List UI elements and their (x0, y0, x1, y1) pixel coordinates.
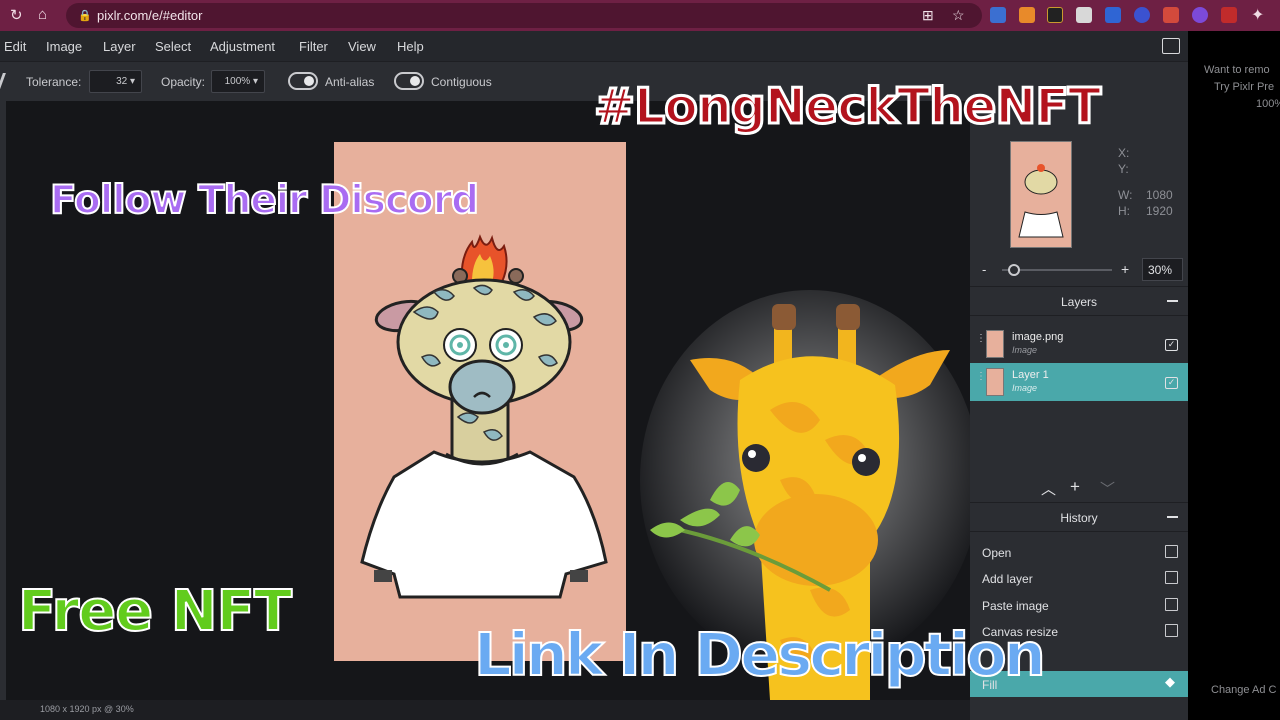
fill-tool-icon (0, 73, 13, 89)
tolerance-select[interactable]: 32 ▾ (89, 70, 142, 93)
star-icon[interactable]: ☆ (952, 7, 965, 24)
pen-extension-icon[interactable] (990, 7, 1006, 23)
install-icon[interactable]: ⊞ (922, 7, 934, 24)
tolerance-label: Tolerance: (26, 75, 82, 89)
history-label: Paste image (982, 599, 1049, 613)
layer-thumbnail (986, 368, 1004, 396)
menu-bar: Edit Image Layer Select Adjustment Filte… (0, 31, 1188, 61)
layer-type: Image (1012, 345, 1038, 355)
nav-y-label: Y: (1118, 162, 1129, 176)
layer-name: image.png (1012, 331, 1064, 343)
off-extension-icon[interactable] (1163, 7, 1179, 23)
image-icon (1165, 598, 1178, 611)
history-item[interactable]: Paste image (970, 592, 1188, 618)
ad-text-line3: 100% (1256, 98, 1280, 110)
layer-item-selected[interactable]: ⋮ Layer 1 Image ✓ (970, 363, 1188, 401)
nav-w-value: 1080 (1146, 188, 1173, 202)
contiguous-toggle[interactable] (394, 72, 424, 90)
menu-view[interactable]: View (348, 39, 376, 54)
extensions-icon[interactable]: ✦ (1251, 5, 1264, 25)
tolerance-value: 32 (116, 76, 128, 87)
antialias-toggle[interactable] (288, 72, 318, 90)
lock-icon[interactable]: 🔒 (78, 9, 92, 22)
canvas-size-status: 1080 x 1920 px @ 30% (40, 704, 134, 714)
collapse-panel-icon[interactable] (1162, 38, 1180, 54)
resize-icon (1165, 624, 1178, 637)
metamask-extension-icon[interactable] (1019, 7, 1035, 23)
ad-sidebar: Want to remo Try Pixlr Pre 100% Change A… (1188, 31, 1280, 720)
menu-select[interactable]: Select (155, 39, 191, 54)
contiguous-label: Contiguous (431, 75, 492, 89)
document-icon (1165, 545, 1178, 558)
visibility-checkbox-icon[interactable]: ✓ (1165, 339, 1178, 351)
menu-edit[interactable]: Edit (4, 39, 26, 54)
history-item[interactable]: Add layer (970, 565, 1188, 591)
menu-adjustment[interactable]: Adjustment (210, 39, 275, 54)
navigator-preview (1018, 164, 1064, 238)
menu-image[interactable]: Image (46, 39, 82, 54)
drag-handle-icon[interactable]: ⋮ (976, 372, 986, 382)
free-nft-overlay-text: Free NFT (17, 578, 293, 645)
layer-item[interactable]: ⋮ image.png Image ✓ (970, 325, 1188, 363)
visibility-checkbox-icon[interactable]: ✓ (1165, 377, 1178, 389)
change-ad-link[interactable]: Change Ad C (1211, 684, 1276, 696)
link-description-overlay-text: Link In Description (473, 619, 1047, 690)
hashtag-overlay-text: #LongNeckTheNFT (592, 77, 1102, 137)
url-text: pixlr.com/e/#editor (97, 8, 203, 23)
opacity-select[interactable]: 100% ▾ (211, 70, 265, 93)
zoom-in-button[interactable]: + (1121, 261, 1129, 277)
menu-filter[interactable]: Filter (299, 39, 328, 54)
move-layer-up-icon[interactable]: ︿ (1041, 478, 1056, 499)
nav-h-value: 1920 (1146, 204, 1173, 218)
zoom-slider-handle[interactable] (1008, 264, 1020, 276)
bolt-extension-icon[interactable] (1221, 7, 1237, 23)
drag-handle-icon[interactable]: ⋮ (976, 334, 986, 344)
navigator-thumbnail[interactable] (1010, 141, 1072, 248)
history-label: Open (982, 546, 1012, 560)
layer-type: Image (1012, 383, 1038, 393)
cube-extension-icon[interactable] (1047, 7, 1063, 23)
ad-text-line1: Want to remo (1204, 64, 1270, 76)
layer-name: Layer 1 (1012, 369, 1049, 381)
nav-w-label: W: (1118, 188, 1133, 202)
eye-extension-icon[interactable] (1134, 7, 1150, 23)
nav-h-label: H: (1118, 204, 1130, 218)
move-layer-down-icon[interactable]: ﹀ (1100, 478, 1115, 499)
browser-toolbar: ↻ ⌂ 🔒 pixlr.com/e/#editor ⊞ ☆ ✦ (0, 0, 1280, 31)
discord-overlay-text: Follow Their Discord (49, 177, 480, 224)
opacity-value: 100% (224, 76, 251, 87)
history-collapse-icon[interactable] (1167, 516, 1178, 518)
menu-help[interactable]: Help (397, 39, 424, 54)
menu-layer[interactable]: Layer (103, 39, 136, 54)
gear-extension-icon[interactable] (1192, 7, 1208, 23)
home-icon[interactable]: ⌂ (38, 6, 47, 23)
reload-icon[interactable]: ↻ (10, 6, 23, 24)
shield-extension-icon[interactable] (1105, 7, 1121, 23)
nav-x-label: X: (1118, 146, 1130, 160)
paint-bucket-icon: ◆ (1165, 674, 1175, 689)
layer-thumbnail (986, 330, 1004, 358)
ad-text-line2: Try Pixlr Pre (1214, 81, 1275, 93)
layer-square-icon (1165, 571, 1178, 584)
zoom-input[interactable]: 30% (1142, 258, 1183, 281)
history-header: History (970, 502, 1188, 532)
layers-title: Layers (1060, 295, 1098, 309)
layers-header: Layers (970, 286, 1188, 316)
history-title: History (1060, 511, 1098, 525)
grid-extension-icon[interactable] (1076, 7, 1092, 23)
antialias-label: Anti-alias (325, 75, 375, 89)
add-layer-icon[interactable]: + (1070, 477, 1080, 497)
zoom-out-button[interactable]: - (982, 262, 986, 277)
history-item[interactable]: Open (970, 539, 1188, 565)
history-label: Add layer (982, 572, 1033, 586)
status-bar: 1080 x 1920 px @ 30% (0, 700, 970, 720)
opacity-label: Opacity: (161, 75, 206, 89)
layers-collapse-icon[interactable] (1167, 300, 1178, 302)
address-bar[interactable]: 🔒 pixlr.com/e/#editor ⊞ ☆ (66, 3, 982, 28)
